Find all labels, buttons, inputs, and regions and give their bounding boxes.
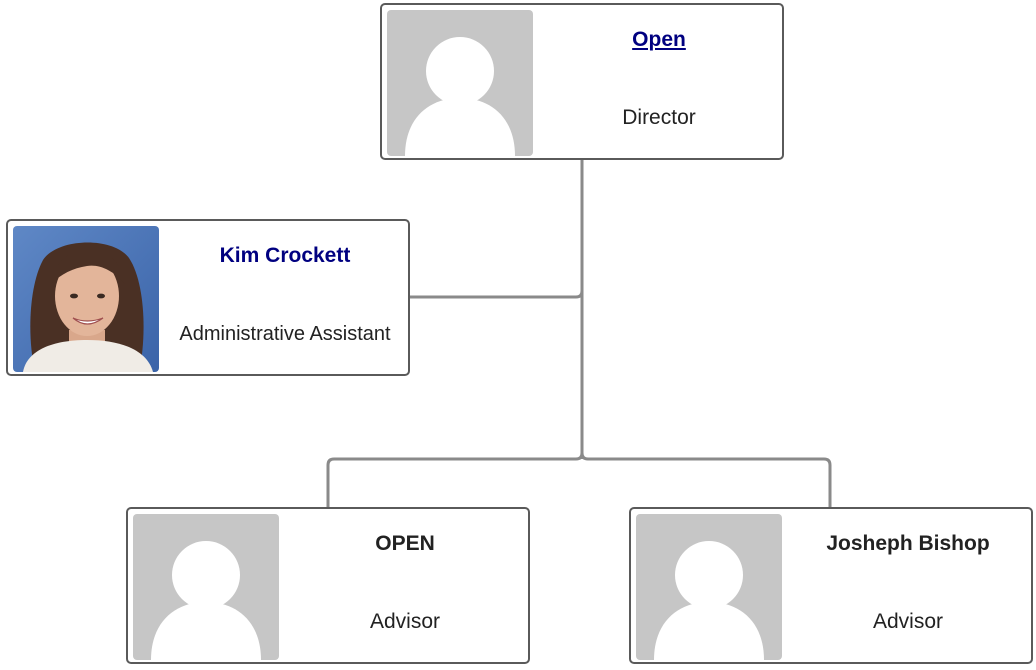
org-card-assistant[interactable]: Kim Crockett Administrative Assistant <box>6 219 410 376</box>
director-name-link[interactable]: Open <box>540 27 778 53</box>
assistant-name-link[interactable]: Kim Crockett <box>166 243 404 269</box>
director-title: Director <box>622 106 696 129</box>
assistant-title: Administrative Assistant <box>179 323 391 345</box>
org-card-advisor-right[interactable]: Josheph Bishop Advisor <box>629 507 1033 664</box>
connector-advisor-left <box>326 452 584 508</box>
connector-assistant <box>409 290 584 299</box>
placeholder-silhouette-icon <box>387 10 533 156</box>
placeholder-silhouette-icon <box>133 514 279 660</box>
org-card-director[interactable]: Open Director <box>380 3 784 160</box>
advisor-left-name: OPEN <box>375 532 435 555</box>
advisor-right-name: Josheph Bishop <box>826 532 990 555</box>
employee-photo <box>13 226 159 372</box>
advisor-right-title: Advisor <box>872 610 944 633</box>
advisor-left-title: Advisor <box>369 610 441 633</box>
placeholder-silhouette-icon <box>636 514 782 660</box>
org-card-advisor-left[interactable]: OPEN Advisor <box>126 507 530 664</box>
connector-advisor-right <box>580 452 832 508</box>
